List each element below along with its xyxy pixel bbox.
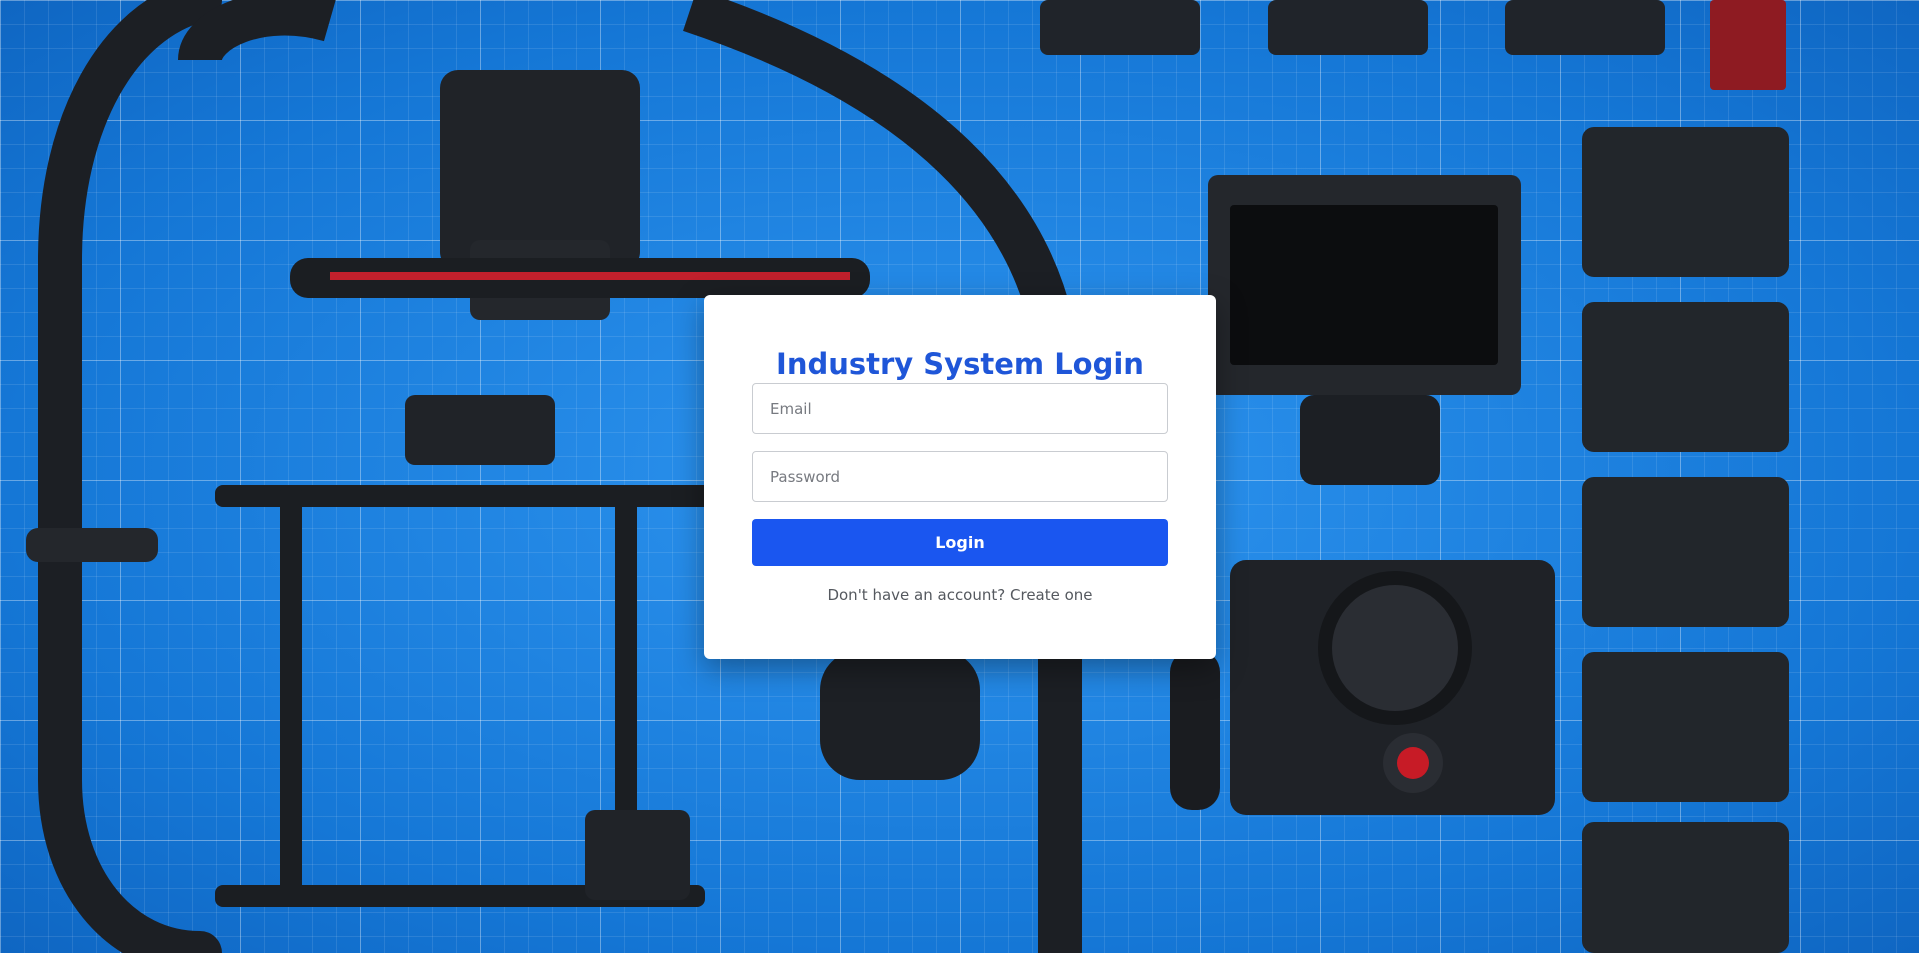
password-input[interactable]	[752, 451, 1168, 502]
signup-prompt: Don't have an account?	[827, 586, 1006, 604]
email-input[interactable]	[752, 383, 1168, 434]
login-card: Industry System Login Login Don't have a…	[704, 295, 1216, 659]
create-account-link[interactable]: Create one	[1010, 586, 1093, 604]
login-title: Industry System Login	[776, 347, 1144, 381]
login-button[interactable]: Login	[752, 519, 1168, 566]
login-form: Login	[752, 383, 1168, 566]
signup-row: Don't have an account? Create one	[752, 586, 1168, 604]
